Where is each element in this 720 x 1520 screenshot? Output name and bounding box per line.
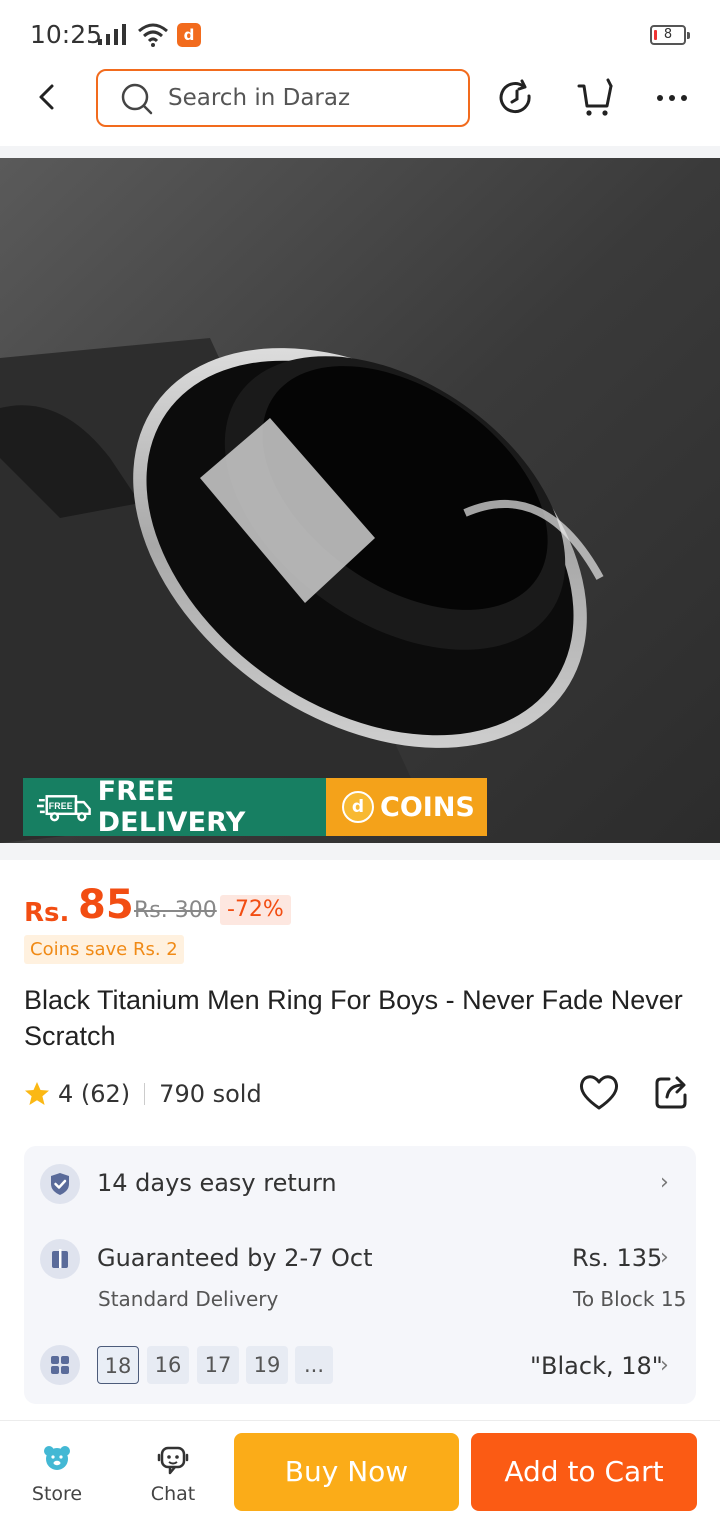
star-icon (25, 1082, 49, 1105)
share-icon[interactable] (653, 1073, 691, 1111)
more-icon[interactable] (652, 78, 692, 118)
free-tag: FREE (49, 801, 73, 811)
add-to-cart-button[interactable]: Add to Cart (471, 1433, 697, 1511)
search-placeholder: Search in Daraz (168, 85, 351, 111)
original-price: Rs. 300 (134, 898, 217, 923)
coins-save-badge: Coins save Rs. 2 (24, 935, 184, 964)
status-bar: 10:25 d 8 (0, 0, 720, 66)
chevron-right-icon: › (660, 1170, 669, 1195)
delivery-price: Rs. 135 (572, 1244, 663, 1272)
top-header: Search in Daraz (0, 66, 720, 146)
history-icon[interactable] (497, 78, 537, 118)
rating-separator (144, 1083, 146, 1105)
wifi-icon (138, 23, 168, 47)
cart-icon[interactable] (575, 78, 615, 118)
price-currency: Rs. (24, 898, 70, 928)
chevron-right-icon: › (660, 1245, 669, 1270)
ring-photo (0, 158, 720, 843)
delivery-guarantee-label: Guaranteed by 2-7 Oct (97, 1244, 373, 1272)
back-arrow-icon[interactable] (32, 82, 62, 112)
bottom-action-bar: Store Chat Buy Now Add to Cart (0, 1420, 720, 1520)
store-icon (44, 1446, 70, 1470)
promo-badges: FREE FREE DELIVERY d COINS (23, 776, 487, 838)
product-title: Black Titanium Men Ring For Boys - Never… (24, 985, 683, 1051)
delivery-box-icon (40, 1239, 80, 1279)
battery-level: 8 (663, 27, 673, 42)
shield-check-icon (40, 1164, 80, 1204)
chat-icon (157, 1446, 189, 1475)
variant-chip-selected[interactable]: 18 (97, 1346, 139, 1384)
delivery-destination: To Block 15 (573, 1287, 687, 1311)
chevron-right-icon: › (660, 1353, 669, 1378)
buy-now-button[interactable]: Buy Now (234, 1433, 459, 1511)
delivery-truck-icon: FREE (37, 795, 91, 822)
discount-badge: -72% (220, 895, 291, 925)
search-input[interactable]: Search in Daraz (96, 69, 470, 127)
battery-icon: 8 (650, 25, 690, 45)
rating-value: 4 (62) (58, 1080, 131, 1108)
heart-icon[interactable] (579, 1073, 619, 1111)
search-icon (121, 83, 153, 115)
chat-button[interactable]: Chat (128, 1443, 218, 1505)
store-label: Store (31, 1483, 83, 1505)
rating-row[interactable]: 4 (62) 790 sold (24, 1078, 262, 1110)
signal-icon (98, 24, 126, 45)
section-divider (0, 843, 720, 860)
header-divider (0, 146, 720, 158)
return-policy-label: 14 days easy return (97, 1169, 337, 1197)
delivery-type: Standard Delivery (98, 1287, 279, 1311)
free-delivery-label: FREE DELIVERY (97, 776, 246, 838)
variant-more-chip[interactable]: ... (295, 1346, 333, 1384)
price-amount: 85 (78, 882, 134, 928)
coin-icon: d (342, 791, 374, 823)
chat-label: Chat (150, 1483, 196, 1505)
selected-variant-label: "Black, 18" (530, 1352, 663, 1380)
status-time: 10:25 (30, 20, 103, 49)
coins-badge: d COINS (326, 778, 487, 836)
variant-chip[interactable]: 17 (197, 1346, 239, 1384)
coins-label: COINS (380, 791, 475, 823)
sold-count: 790 sold (159, 1080, 262, 1108)
product-image[interactable]: FREE FREE DELIVERY d COINS (0, 158, 720, 843)
variants-grid-icon (40, 1345, 80, 1385)
variant-chip[interactable]: 16 (147, 1346, 189, 1384)
variant-chip[interactable]: 19 (246, 1346, 288, 1384)
app-notification-icon: d (177, 23, 201, 47)
store-button[interactable]: Store (12, 1443, 102, 1505)
service-info-card: 14 days easy return › Guaranteed by 2-7 … (24, 1146, 696, 1404)
free-delivery-badge: FREE FREE DELIVERY (23, 776, 326, 838)
